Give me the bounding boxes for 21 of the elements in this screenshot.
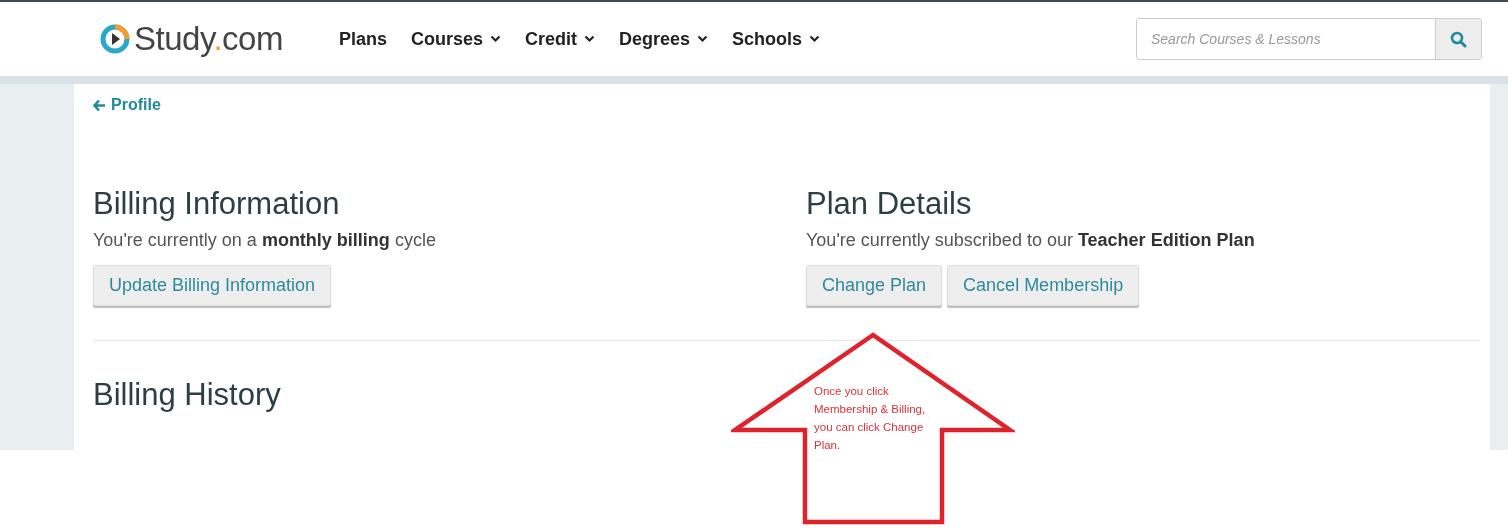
back-link[interactable]: Profile [93,96,161,114]
nav-item[interactable]: Degrees [619,28,709,50]
search-field[interactable]: Search Courses & Lessons [1136,18,1482,60]
action-button[interactable]: Update Billing Information [93,264,332,306]
nav-item[interactable]: Plans [338,28,387,50]
action-button[interactable]: Change Plan [806,264,943,306]
section-title: Plan Details [806,185,973,222]
arrow-left-icon [93,98,106,112]
section-title: Billing Information [93,185,341,222]
section-description: You're currently subscribed to our Teacher Edition Plan [806,229,1256,251]
nav-item[interactable]: Courses [411,28,501,50]
play-logo-icon [100,24,130,54]
search-button[interactable] [1435,19,1481,59]
nav-item[interactable]: Credit [525,28,596,50]
callout-text: Once you click Membership & Billing, you can click Change Plan. [814,384,927,453]
logo-text[interactable]: Study.com [134,20,283,58]
nav-item[interactable]: Schools [732,28,821,50]
search-icon [1450,30,1467,48]
action-button[interactable]: Cancel Membership [947,264,1140,306]
section-title: Billing History [93,376,281,413]
section-description: You're currently on a monthly billing cycle [93,229,437,251]
